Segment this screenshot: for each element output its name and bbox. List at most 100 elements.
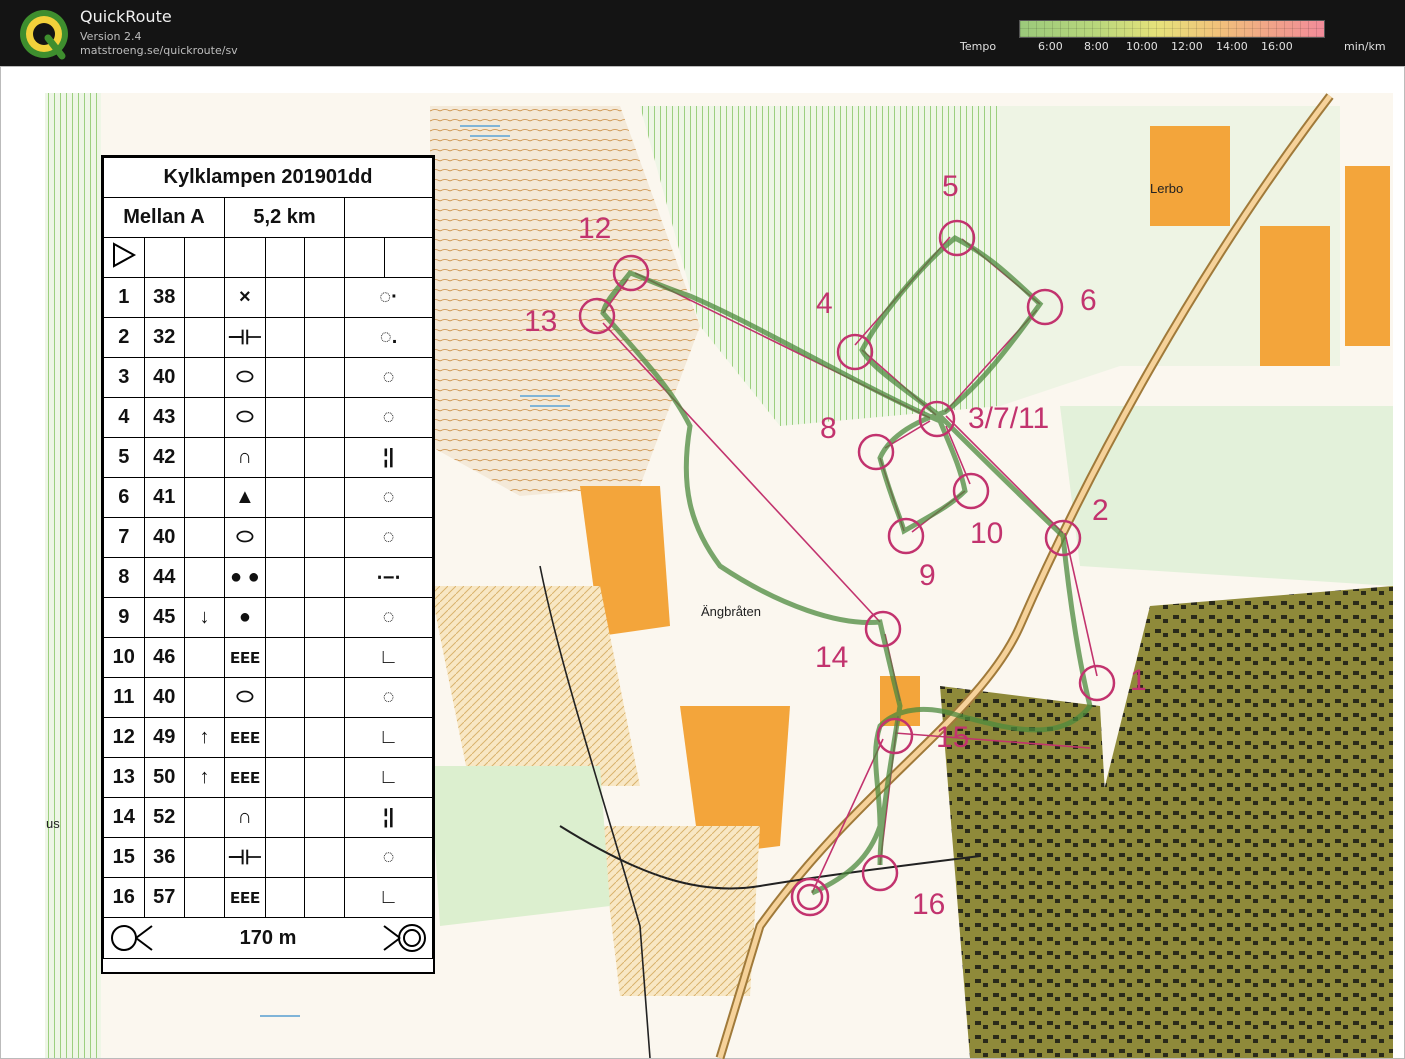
control-row: 14 52 ∩ ¦| xyxy=(103,797,433,838)
control-row: 8 44 ● ● ⋅−⋅ xyxy=(103,557,433,598)
control-row: 10 46 ᴇᴇᴇ ∟ xyxy=(103,637,433,678)
control-location-symbol: ¦| xyxy=(344,437,433,478)
control-row: 5 42 ∩ ¦| xyxy=(103,437,433,478)
control-feature-symbol: ᴇᴇᴇ xyxy=(223,877,266,918)
control-code: 40 xyxy=(143,357,186,398)
empty-cell xyxy=(304,677,346,718)
empty-cell xyxy=(304,837,346,878)
empty-cell xyxy=(304,317,346,358)
control-description-table: Kylklampen 201901dd Mellan A 5,2 km 1 38 ×… xyxy=(103,157,433,959)
control-feature-symbol: ⊣⊢ xyxy=(223,317,266,358)
empty-cell xyxy=(264,797,306,838)
empty-cell xyxy=(264,757,306,798)
control-row: 9 45 ↓ ● ◌ xyxy=(103,597,433,638)
control-row: 15 36 ⊣⊢ ◌ xyxy=(103,837,433,878)
control-code: 36 xyxy=(143,837,186,878)
control-number-15: 15 xyxy=(936,721,970,754)
terrain-light-green xyxy=(430,766,610,926)
control-feature-symbol: × xyxy=(223,277,266,318)
control-row: 13 50 ↑ ᴇᴇᴇ ∟ xyxy=(103,757,433,798)
control-number-8: 8 xyxy=(820,412,837,445)
tempo-unit: min/km xyxy=(1344,40,1386,53)
tempo-tick: 12:00 xyxy=(1171,40,1203,53)
control-location-symbol: ◌ xyxy=(344,397,433,438)
terrain-vegetation xyxy=(45,93,101,1058)
control-number: 4 xyxy=(103,397,145,438)
control-direction xyxy=(184,797,225,838)
app-url-link[interactable]: matstroeng.se/quickroute/sv xyxy=(80,44,238,57)
empty-cell xyxy=(264,877,306,918)
control-location-symbol: ∟ xyxy=(344,877,433,918)
control-direction xyxy=(184,837,225,878)
place-name-us: us xyxy=(46,816,60,831)
course-class: Mellan A xyxy=(103,197,225,238)
quickroute-logo-icon xyxy=(20,10,68,60)
control-direction xyxy=(184,877,225,918)
control-location-symbol: ◌ xyxy=(344,677,433,718)
control-number: 16 xyxy=(103,877,145,918)
control-direction xyxy=(184,397,225,438)
empty-cell xyxy=(264,717,306,758)
tempo-tick: 16:00 xyxy=(1261,40,1293,53)
control-direction xyxy=(184,557,225,598)
control-number: 6 xyxy=(103,477,145,518)
control-code: 32 xyxy=(143,317,186,358)
control-number-2: 2 xyxy=(1092,494,1109,527)
control-number-5: 5 xyxy=(942,170,959,203)
finish-row: 170 m xyxy=(103,917,433,959)
control-direction xyxy=(184,677,225,718)
control-number-12: 12 xyxy=(578,212,612,245)
control-location-symbol: ◌ xyxy=(344,837,433,878)
control-number: 1 xyxy=(103,277,145,318)
empty-cell xyxy=(264,677,306,718)
control-direction xyxy=(184,277,225,318)
control-location-symbol: ∟ xyxy=(344,717,433,758)
terrain-semi-open xyxy=(600,826,760,996)
control-code: 40 xyxy=(143,517,186,558)
empty-cell xyxy=(264,277,306,318)
control-feature-symbol: ᴇᴇᴇ xyxy=(223,717,266,758)
control-number: 8 xyxy=(103,557,145,598)
control-row: 1 38 × ◌· xyxy=(103,277,433,318)
control-number-14: 14 xyxy=(815,641,849,674)
control-location-symbol: ◌ xyxy=(344,357,433,398)
control-code: 50 xyxy=(143,757,186,798)
empty-cell xyxy=(304,397,346,438)
control-direction xyxy=(184,477,225,518)
control-location-symbol: ◌. xyxy=(344,317,433,358)
tempo-label: Tempo xyxy=(960,40,997,53)
control-row: 3 40 ⬭ ◌ xyxy=(103,357,433,398)
tempo-color-scale xyxy=(1019,20,1325,38)
control-location-symbol: ¦| xyxy=(344,797,433,838)
control-code: 43 xyxy=(143,397,186,438)
empty-cell xyxy=(304,597,346,638)
control-feature-symbol: ⊣⊢ xyxy=(223,837,266,878)
control-code: 52 xyxy=(143,797,186,838)
control-number: 9 xyxy=(103,597,145,638)
tempo-tick: 6:00 xyxy=(1038,40,1063,53)
control-location-symbol: ⋅−⋅ xyxy=(344,557,433,598)
empty-cell xyxy=(304,717,346,758)
control-row: 7 40 ⬭ ◌ xyxy=(103,517,433,558)
control-location-symbol: ◌· xyxy=(344,277,433,318)
control-location-symbol: ∟ xyxy=(344,757,433,798)
empty-cell xyxy=(264,557,306,598)
empty-cell xyxy=(304,357,346,398)
control-feature-symbol: ⬭ xyxy=(223,517,266,558)
control-row: 6 41 ▲ ◌ xyxy=(103,477,433,518)
empty-cell xyxy=(264,637,306,678)
app-version: Version 2.4 xyxy=(80,30,142,43)
finish-distance: 170 m xyxy=(239,926,297,949)
control-location-symbol: ∟ xyxy=(344,637,433,678)
control-direction: ↓ xyxy=(184,597,225,638)
control-number-10: 10 xyxy=(970,517,1004,550)
empty-cell xyxy=(264,517,306,558)
empty-cell xyxy=(264,597,306,638)
tempo-tick: 14:00 xyxy=(1216,40,1248,53)
empty-cell xyxy=(264,357,306,398)
control-number: 15 xyxy=(103,837,145,878)
empty-cell xyxy=(264,397,306,438)
control-number-9: 9 xyxy=(919,559,936,592)
place-name-angbraten: Ängbråten xyxy=(701,604,761,619)
empty-cell xyxy=(304,797,346,838)
